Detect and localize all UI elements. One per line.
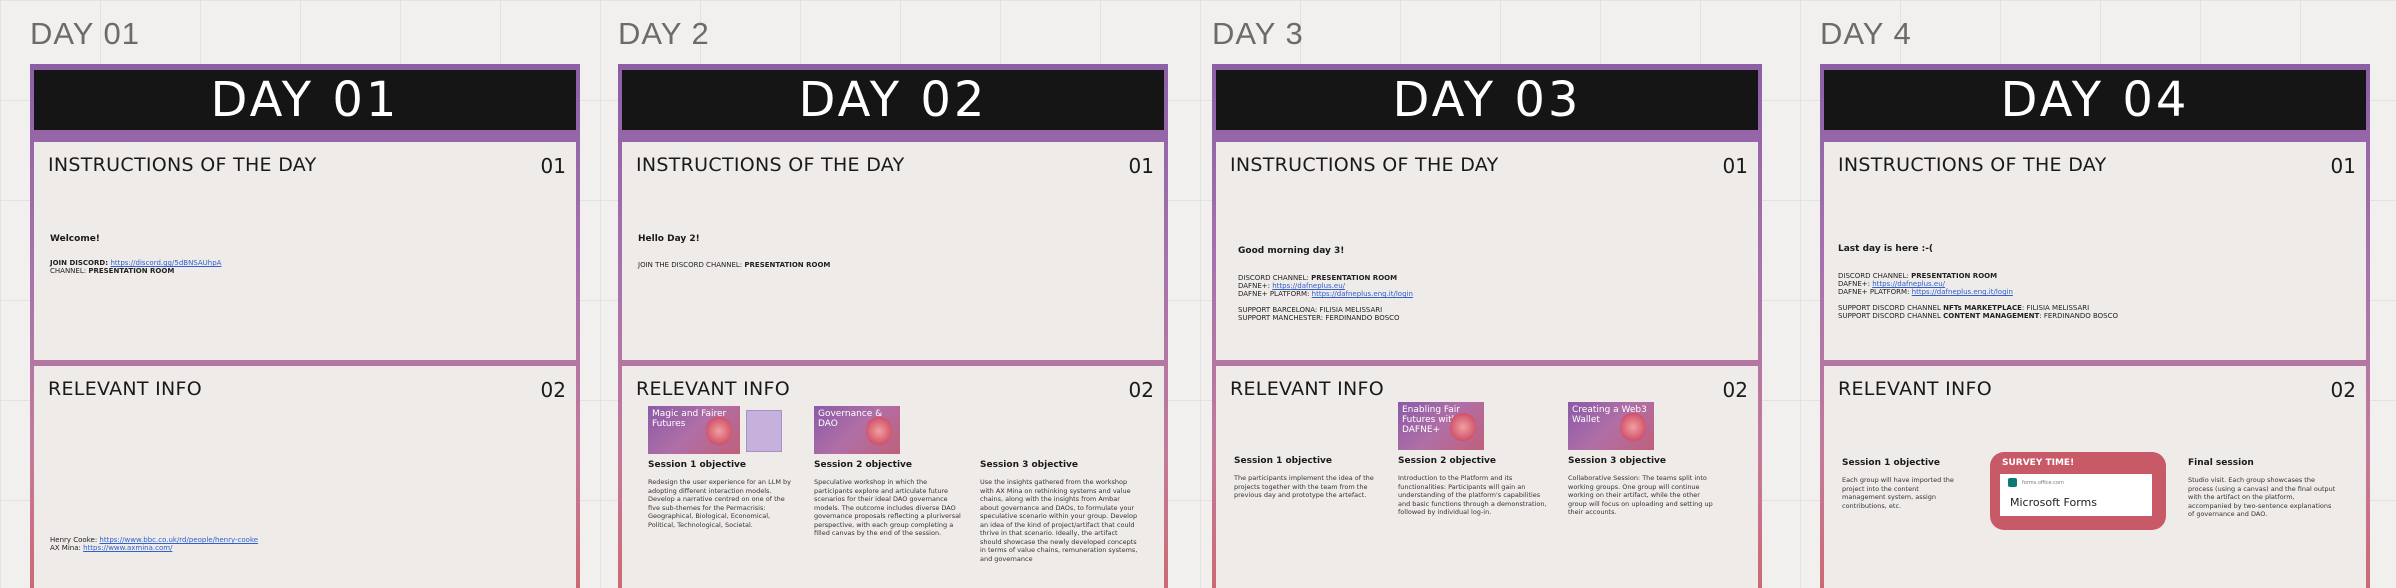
- blob-graphic: [866, 416, 892, 446]
- final-session-title: Final session: [2188, 458, 2254, 468]
- panel-number: 02: [1128, 378, 1154, 402]
- day-02-board[interactable]: DAY 02 INSTRUCTIONS OF THE DAY 01 Hello …: [618, 64, 1168, 588]
- panel-title: RELEVANT INFO: [48, 378, 203, 400]
- ax-mina-link[interactable]: https://www.axmina.com/: [83, 544, 172, 552]
- day-label-3: DAY 3: [1212, 16, 1304, 51]
- panel-title: INSTRUCTIONS OF THE DAY: [48, 154, 317, 176]
- session-2-body: Speculative workshop in which the partic…: [814, 478, 961, 537]
- panel-number: 01: [540, 154, 566, 178]
- panel-number: 02: [540, 378, 566, 402]
- survey-card[interactable]: SURVEY TIME! forms.office.com Microsoft …: [1990, 452, 2166, 530]
- dafne-platform-link[interactable]: https://dafneplus.eng.it/login: [1912, 288, 2013, 296]
- session-3-body: Collaborative Session: The teams split i…: [1568, 474, 1713, 516]
- channel-line: CHANNEL: PRESENTATION ROOM: [50, 267, 175, 275]
- instructions-panel[interactable]: INSTRUCTIONS OF THE DAY 01 Hello Day 2! …: [622, 142, 1164, 360]
- relevant-info-panel[interactable]: RELEVANT INFO 02 Session 1 objective Eac…: [1824, 366, 2366, 588]
- discord-link[interactable]: https://discord.gg/5dBNSAUhpA: [110, 259, 221, 267]
- relevant-info-panel[interactable]: RELEVANT INFO 02 Enabling Fair Futures w…: [1216, 366, 1758, 588]
- panel-title: INSTRUCTIONS OF THE DAY: [1230, 154, 1499, 176]
- session-2-title: Session 2 objective: [1398, 456, 1497, 466]
- panel-number: 01: [1722, 154, 1748, 178]
- relevant-info-panel[interactable]: RELEVANT INFO 02 Henry Cooke: https://ww…: [34, 366, 576, 588]
- welcome-text: Good morning day 3!: [1238, 246, 1345, 256]
- panel-title: RELEVANT INFO: [636, 378, 791, 400]
- survey-site: forms.office.com: [2022, 480, 2064, 486]
- day-label-1: DAY 01: [30, 16, 140, 51]
- dafne-platform-line: DAFNE+ PLATFORM: https://dafneplus.eng.i…: [1838, 288, 2013, 296]
- dafne-platform-line: DAFNE+ PLATFORM: https://dafneplus.eng.i…: [1238, 290, 1413, 298]
- henry-cooke-link[interactable]: https://www.bbc.co.uk/rd/people/henry-co…: [99, 536, 258, 544]
- final-session-body: Studio visit. Each group showcases the p…: [2188, 476, 2336, 518]
- board-header: DAY 04: [1824, 70, 2366, 130]
- channel-line: JOIN THE DISCORD CHANNEL: PRESENTATION R…: [638, 261, 831, 269]
- welcome-text: Hello Day 2!: [638, 234, 700, 244]
- board-header: DAY 02: [622, 70, 1164, 130]
- blob-graphic: [1450, 412, 1476, 442]
- day-03-board[interactable]: DAY 03 INSTRUCTIONS OF THE DAY 01 Good m…: [1212, 64, 1762, 588]
- session-1-body: Each group will have imported the projec…: [1842, 476, 1954, 510]
- panel-number: 01: [1128, 154, 1154, 178]
- session-3-title: Session 3 objective: [980, 460, 1079, 470]
- panel-number: 02: [1722, 378, 1748, 402]
- session-2-body: Introduction to the Platform and its fun…: [1398, 474, 1547, 516]
- survey-title: SURVEY TIME!: [2002, 458, 2075, 468]
- panel-number: 01: [2330, 154, 2356, 178]
- panel-title: INSTRUCTIONS OF THE DAY: [636, 154, 905, 176]
- dafne-platform-link[interactable]: https://dafneplus.eng.it/login: [1312, 290, 1413, 298]
- day-label-4: DAY 4: [1820, 16, 1912, 51]
- session-3-title: Session 3 objective: [1568, 456, 1667, 466]
- panel-number: 02: [2330, 378, 2356, 402]
- welcome-text: Last day is here :-(: [1838, 244, 1934, 254]
- instructions-panel[interactable]: INSTRUCTIONS OF THE DAY 01 Last day is h…: [1824, 142, 2366, 360]
- panel-title: RELEVANT INFO: [1838, 378, 1993, 400]
- dafne-link[interactable]: https://dafneplus.eu/: [1272, 282, 1345, 290]
- blob-graphic: [1620, 412, 1646, 442]
- session-1-title: Session 1 objective: [648, 460, 747, 470]
- presentation-thumbnail[interactable]: Governance & DAO: [814, 406, 900, 454]
- sticky-note-thumbnail[interactable]: [746, 410, 782, 452]
- panel-title: RELEVANT INFO: [1230, 378, 1385, 400]
- microsoft-forms-icon: [2008, 478, 2017, 487]
- board-header: DAY 01: [34, 70, 576, 130]
- session-1-title: Session 1 objective: [1842, 458, 1941, 468]
- support-content-line: SUPPORT DISCORD CHANNEL CONTENT MANAGEME…: [1838, 312, 2119, 320]
- presentation-thumbnail[interactable]: Creating a Web3 Wallet: [1568, 402, 1654, 450]
- support-manchester-line: SUPPORT MANCHESTER: FERDINANDO BOSCO: [1238, 314, 1400, 322]
- board-header: DAY 03: [1216, 70, 1758, 130]
- microsoft-forms-link[interactable]: forms.office.com Microsoft Forms: [2000, 474, 2152, 516]
- welcome-text: Welcome!: [50, 234, 100, 244]
- session-3-body: Use the insights gathered from the works…: [980, 478, 1138, 563]
- presentation-thumbnail[interactable]: Magic and Fairer Futures: [648, 406, 740, 454]
- dafne-link[interactable]: https://dafneplus.eu/: [1872, 280, 1945, 288]
- blob-graphic: [706, 416, 732, 446]
- session-1-body: Redesign the user experience for an LLM …: [648, 478, 791, 529]
- session-1-body: The participants implement the idea of t…: [1234, 474, 1374, 499]
- day-label-2: DAY 2: [618, 16, 710, 51]
- survey-name: Microsoft Forms: [2010, 496, 2097, 509]
- day-01-board[interactable]: DAY 01 INSTRUCTIONS OF THE DAY 01 Welcom…: [30, 64, 580, 588]
- day-04-board[interactable]: DAY 04 INSTRUCTIONS OF THE DAY 01 Last d…: [1820, 64, 2370, 588]
- ax-mina-line: AX Mina: https://www.axmina.com/: [50, 544, 173, 552]
- session-2-title: Session 2 objective: [814, 460, 913, 470]
- relevant-info-panel[interactable]: RELEVANT INFO 02 Magic and Fairer Future…: [622, 366, 1164, 588]
- instructions-panel[interactable]: INSTRUCTIONS OF THE DAY 01 Good morning …: [1216, 142, 1758, 360]
- instructions-panel[interactable]: INSTRUCTIONS OF THE DAY 01 Welcome! JOIN…: [34, 142, 576, 360]
- session-1-title: Session 1 objective: [1234, 456, 1333, 466]
- panel-title: INSTRUCTIONS OF THE DAY: [1838, 154, 2107, 176]
- presentation-thumbnail[interactable]: Enabling Fair Futures with DAFNE+: [1398, 402, 1484, 450]
